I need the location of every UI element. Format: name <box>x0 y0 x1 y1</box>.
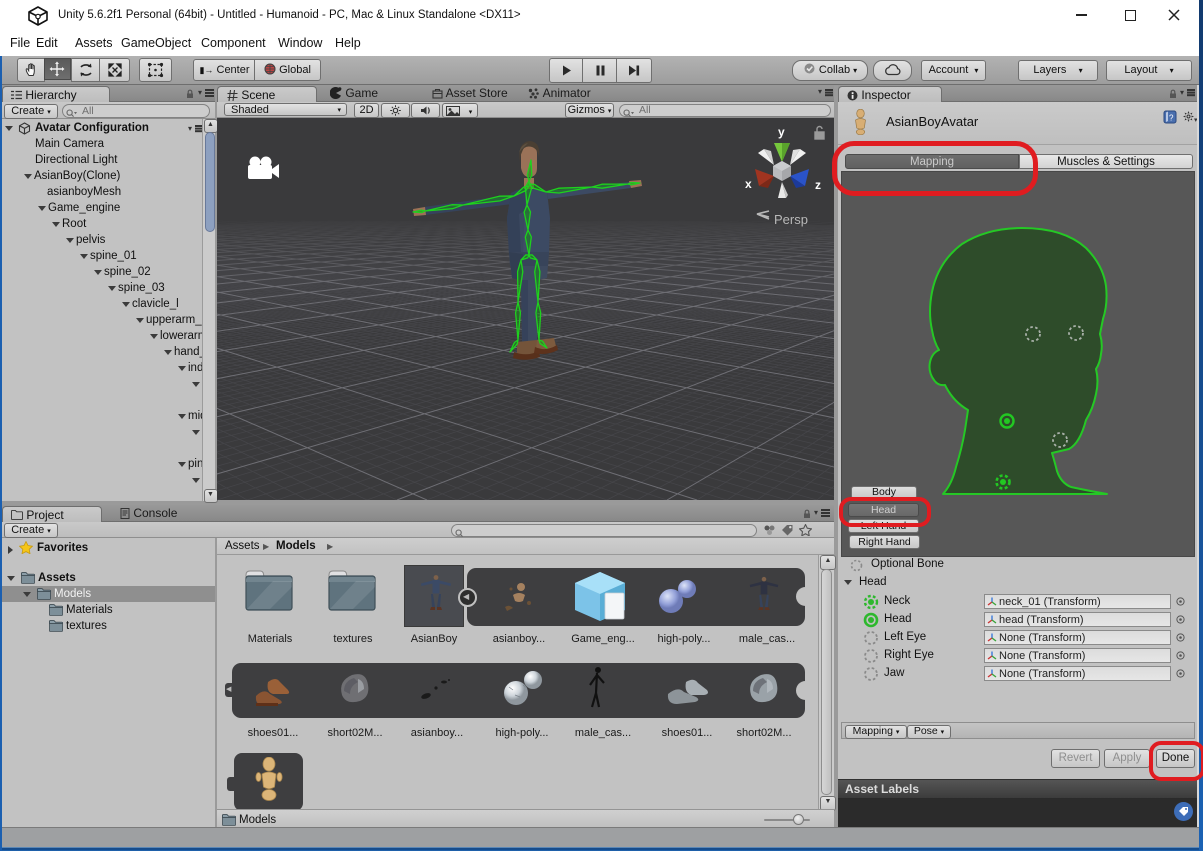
svg-text:y: y <box>778 125 785 139</box>
svg-text:Persp: Persp <box>774 212 808 227</box>
svg-text:?: ? <box>1169 114 1174 123</box>
svg-text:z: z <box>815 178 821 192</box>
svg-text:x: x <box>745 177 752 191</box>
